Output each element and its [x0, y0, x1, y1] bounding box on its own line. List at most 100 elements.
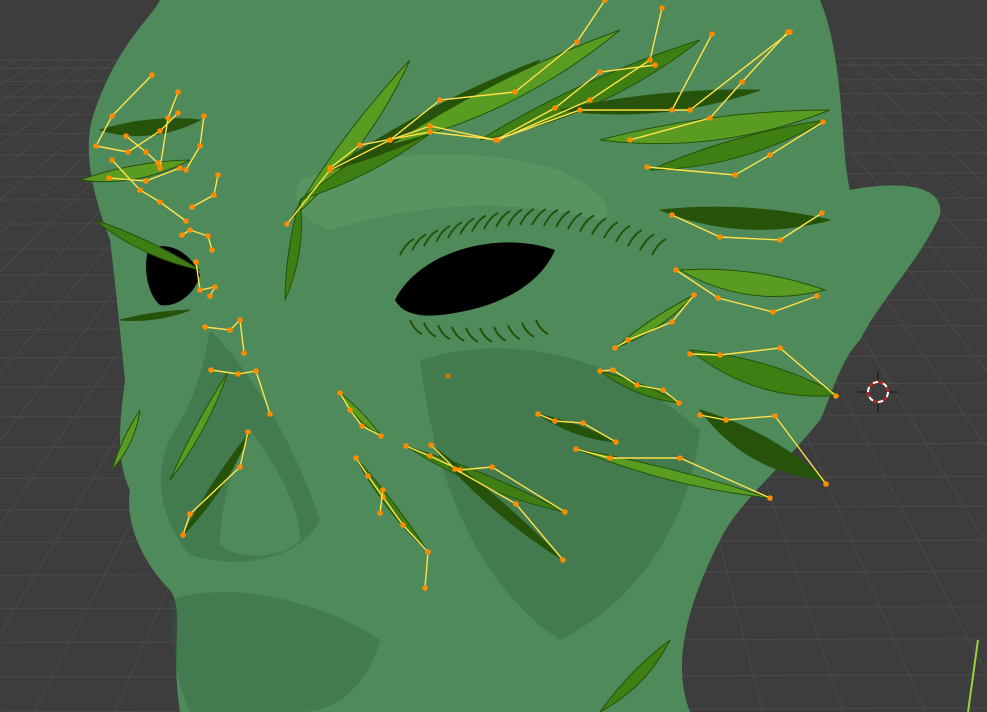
curve-control-point[interactable] — [227, 327, 233, 333]
curve-control-point[interactable] — [669, 319, 675, 325]
curve-control-point[interactable] — [187, 227, 193, 233]
curve-control-point[interactable] — [157, 165, 163, 171]
3d-viewport[interactable] — [0, 0, 987, 712]
curve-control-point[interactable] — [183, 218, 189, 224]
curve-control-point[interactable] — [669, 212, 675, 218]
curve-control-point[interactable] — [109, 113, 115, 119]
curve-control-point[interactable] — [245, 429, 251, 435]
curve-control-point[interactable] — [823, 481, 829, 487]
curve-control-point[interactable] — [819, 210, 825, 216]
curve-control-point[interactable] — [610, 367, 616, 373]
curve-control-point[interactable] — [607, 455, 613, 461]
curve-control-point[interactable] — [652, 62, 658, 68]
curve-control-point[interactable] — [211, 192, 217, 198]
curve-control-point[interactable] — [673, 267, 679, 273]
curve-control-point[interactable] — [365, 473, 371, 479]
curve-control-point[interactable] — [580, 420, 586, 426]
curve-control-point[interactable] — [253, 368, 259, 374]
curve-control-point[interactable] — [106, 175, 112, 181]
curve-control-point[interactable] — [833, 393, 839, 399]
curve-control-point[interactable] — [387, 137, 393, 143]
curve-control-point[interactable] — [427, 453, 433, 459]
curve-control-point[interactable] — [201, 113, 207, 119]
curve-control-point[interactable] — [157, 128, 163, 134]
curve-control-point[interactable] — [659, 5, 665, 11]
curve-control-point[interactable] — [143, 178, 149, 184]
curve-control-point[interactable] — [165, 115, 171, 121]
curve-control-point[interactable] — [574, 39, 580, 45]
curve-control-point[interactable] — [597, 368, 603, 374]
curve-control-point[interactable] — [109, 157, 115, 163]
curve-control-point[interactable] — [625, 337, 631, 343]
curve-control-point[interactable] — [357, 142, 363, 148]
curve-control-point[interactable] — [777, 237, 783, 243]
curve-control-point[interactable] — [767, 495, 773, 501]
curve-control-point[interactable] — [677, 455, 683, 461]
curve-control-point[interactable] — [157, 199, 163, 205]
curve-control-point[interactable] — [512, 89, 518, 95]
curve-control-point[interactable] — [452, 466, 458, 472]
curve-control-point[interactable] — [560, 557, 566, 563]
object-origin-point[interactable] — [445, 373, 451, 379]
curve-control-point[interactable] — [215, 172, 221, 178]
curve-control-point[interactable] — [353, 455, 359, 461]
curve-control-point[interactable] — [183, 167, 189, 173]
curve-control-point[interactable] — [489, 464, 495, 470]
3d-cursor-icon[interactable] — [858, 372, 898, 412]
curve-control-point[interactable] — [770, 309, 776, 315]
curve-control-point[interactable] — [427, 123, 433, 129]
curve-control-point[interactable] — [197, 287, 203, 293]
curve-control-point[interactable] — [647, 57, 653, 63]
curve-control-point[interactable] — [284, 221, 290, 227]
curve-control-point[interactable] — [212, 284, 218, 290]
curve-control-point[interactable] — [612, 345, 618, 351]
curve-control-point[interactable] — [634, 382, 640, 388]
curve-control-point[interactable] — [175, 110, 181, 116]
curve-control-point[interactable] — [814, 293, 820, 299]
curve-control-point[interactable] — [179, 232, 185, 238]
curve-control-point[interactable] — [709, 31, 715, 37]
curve-control-point[interactable] — [400, 522, 406, 528]
curve-control-point[interactable] — [697, 412, 703, 418]
curve-control-point[interactable] — [552, 418, 558, 424]
curve-control-point[interactable] — [235, 371, 241, 377]
curve-control-point[interactable] — [676, 400, 682, 406]
curve-control-point[interactable] — [687, 107, 693, 113]
curve-control-point[interactable] — [715, 295, 721, 301]
curve-control-point[interactable] — [327, 165, 333, 171]
curve-control-point[interactable] — [377, 510, 383, 516]
curve-control-point[interactable] — [149, 72, 155, 78]
curve-control-point[interactable] — [669, 107, 675, 113]
curve-control-point[interactable] — [687, 351, 693, 357]
curve-control-point[interactable] — [237, 464, 243, 470]
curve-control-point[interactable] — [187, 511, 193, 517]
curve-control-point[interactable] — [428, 442, 434, 448]
curve-control-point[interactable] — [613, 439, 619, 445]
curve-control-point[interactable] — [125, 149, 131, 155]
curve-control-point[interactable] — [513, 501, 519, 507]
curve-control-point[interactable] — [644, 164, 650, 170]
curve-control-point[interactable] — [493, 137, 499, 143]
curve-control-point[interactable] — [208, 367, 214, 373]
curve-control-point[interactable] — [197, 143, 203, 149]
sculpt-head-model[interactable] — [79, 0, 941, 712]
curve-control-point[interactable] — [535, 411, 541, 417]
curve-control-point[interactable] — [573, 446, 579, 452]
curve-control-point[interactable] — [717, 352, 723, 358]
curve-control-point[interactable] — [137, 187, 143, 193]
viewport-canvas[interactable] — [0, 0, 987, 712]
curve-control-point[interactable] — [425, 549, 431, 555]
curve-control-point[interactable] — [707, 115, 713, 121]
curve-control-point[interactable] — [93, 143, 99, 149]
curve-control-point[interactable] — [427, 129, 433, 135]
curve-control-point[interactable] — [562, 509, 568, 515]
curve-control-point[interactable] — [777, 345, 783, 351]
curve-control-point[interactable] — [155, 160, 161, 166]
curve-control-point[interactable] — [177, 165, 183, 171]
curve-control-point[interactable] — [772, 413, 778, 419]
curve-control-point[interactable] — [739, 79, 745, 85]
curve-control-point[interactable] — [189, 204, 195, 210]
curve-control-point[interactable] — [577, 107, 583, 113]
curve-control-point[interactable] — [552, 105, 558, 111]
curve-control-point[interactable] — [237, 317, 243, 323]
